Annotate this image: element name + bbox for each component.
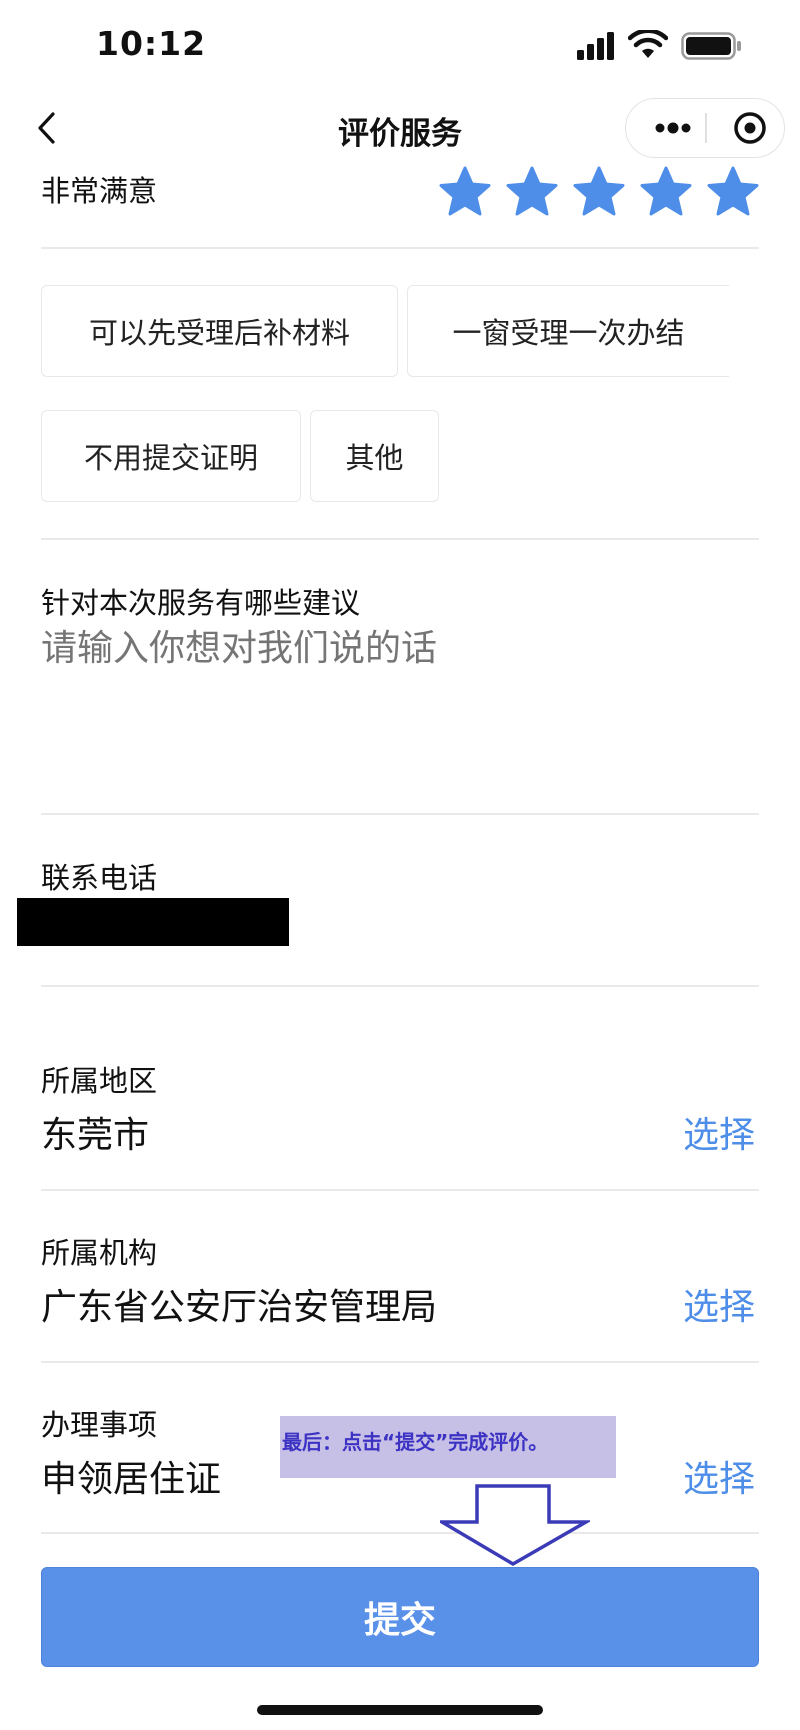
divider (41, 1361, 759, 1363)
status-time: 10:12 (96, 24, 207, 63)
agency-select-button[interactable]: 选择 (683, 1278, 755, 1330)
divider (41, 985, 759, 987)
tag-option[interactable]: 其他 (310, 410, 439, 502)
down-arrow-icon (440, 1484, 590, 1567)
matter-label: 办理事项 (41, 1408, 158, 1442)
tag-option[interactable]: 可以先受理后补材料 (41, 285, 398, 377)
star-icon-1[interactable] (437, 166, 493, 218)
mini-program-capsule (625, 98, 785, 158)
more-icon[interactable] (646, 99, 706, 157)
rating-label: 非常满意 (41, 174, 158, 208)
region-label: 所属地区 (41, 1064, 158, 1098)
divider (41, 813, 759, 815)
agency-value: 广东省公安厅治安管理局 (41, 1287, 438, 1328)
tutorial-annotation: 最后：点击“提交”完成评价。 (280, 1416, 616, 1478)
wifi-icon (628, 30, 668, 58)
battery-icon (681, 32, 741, 60)
star-icon-5[interactable] (705, 166, 761, 218)
star-rating (437, 166, 761, 222)
divider (41, 538, 759, 540)
close-mini-program-icon[interactable] (724, 99, 776, 157)
region-value: 东莞市 (41, 1115, 150, 1156)
divider (41, 1189, 759, 1191)
suggestion-input[interactable] (41, 628, 759, 669)
star-icon-4[interactable] (638, 166, 694, 218)
star-icon-2[interactable] (504, 166, 560, 218)
tag-option[interactable]: 一窗受理一次办结 (407, 285, 729, 377)
signal-icon (577, 32, 614, 60)
matter-select-button[interactable]: 选择 (683, 1450, 755, 1502)
phone-label: 联系电话 (41, 861, 158, 895)
suggestion-label: 针对本次服务有哪些建议 (41, 586, 361, 620)
tag-option[interactable]: 不用提交证明 (41, 410, 301, 502)
phone-input-redacted[interactable] (17, 898, 289, 946)
divider (41, 247, 759, 249)
submit-button[interactable]: 提交 (41, 1567, 759, 1667)
agency-label: 所属机构 (41, 1236, 158, 1270)
capsule-divider (705, 113, 707, 143)
region-select-button[interactable]: 选择 (683, 1106, 755, 1158)
star-icon-3[interactable] (571, 166, 627, 218)
divider (41, 1532, 759, 1534)
matter-value: 申领居住证 (41, 1459, 222, 1500)
home-indicator (257, 1705, 543, 1715)
